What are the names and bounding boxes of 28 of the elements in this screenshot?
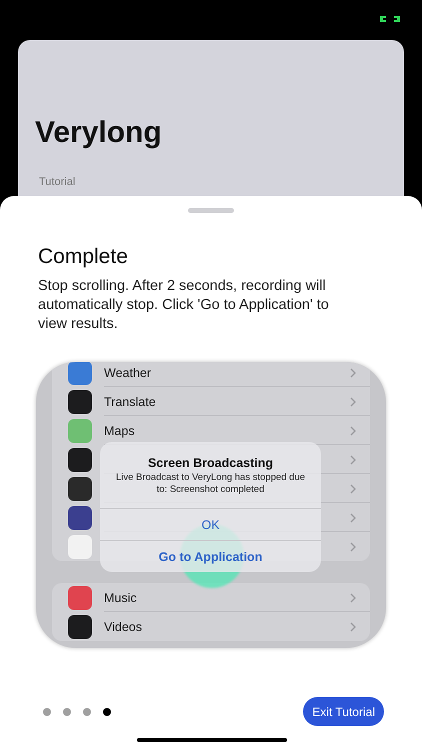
settings-row-label: Videos <box>104 620 142 634</box>
sheet-grabber[interactable] <box>188 208 234 213</box>
settings-row-label: Music <box>104 590 137 604</box>
alert-button[interactable]: OK <box>100 508 321 540</box>
card-subtitle: Tutorial <box>39 176 76 188</box>
page-dot[interactable] <box>103 708 111 716</box>
page-dot[interactable] <box>83 708 91 716</box>
step-description: Stop scrolling. After 2 seconds, recording will automatically stop. Click 'Go to Application' to view results. <box>38 277 330 334</box>
step-heading: Complete <box>38 245 128 269</box>
chevron-icon <box>350 484 356 494</box>
exit-tutorial-button[interactable]: Exit Tutorial <box>303 697 384 726</box>
chevron-icon <box>350 396 356 406</box>
chevron-icon <box>350 512 356 522</box>
page-dot[interactable] <box>63 708 71 716</box>
settings-row-label: Maps <box>104 424 135 438</box>
chevron-icon <box>350 622 356 632</box>
settings-row-label: Weather <box>104 366 152 380</box>
settings-row-label: Translate <box>104 394 156 408</box>
page-dot[interactable] <box>43 708 51 716</box>
chevron-icon <box>350 542 356 552</box>
alert-title: Screen Broadcasting <box>146 456 274 470</box>
chevron-icon <box>350 592 356 602</box>
alert-message: Live Broadcast to VeryLong has stopped due to: Screenshot completed <box>114 472 306 496</box>
chevron-icon <box>350 426 356 436</box>
app-title: Verylong <box>35 116 162 150</box>
chevron-icon <box>350 368 356 378</box>
chevron-icon <box>350 454 356 464</box>
screen-recording-icon <box>380 15 400 23</box>
